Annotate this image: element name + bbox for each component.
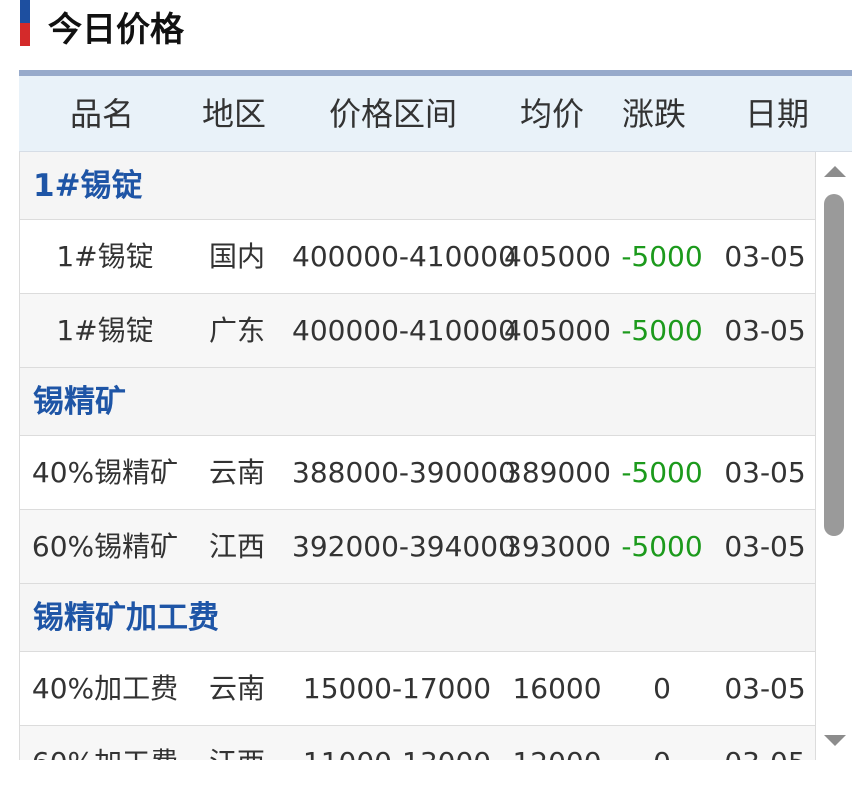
cell-average-price: 393000 xyxy=(504,530,611,563)
header-change: 涨跌 xyxy=(621,95,686,133)
header-average-price: 均价 xyxy=(519,95,584,133)
table-row[interactable]: 1#锡锭 国内 400000-410000 405000 -5000 03-05 xyxy=(19,220,816,294)
cell-region: 江西 xyxy=(192,726,282,760)
vertical-scrollbar[interactable] xyxy=(816,152,852,760)
category-label: 锡精矿 xyxy=(33,384,126,420)
table-row[interactable]: 40%锡精矿 云南 388000-390000 389000 -5000 03-… xyxy=(19,436,816,510)
cell-price-range: 11000-13000 xyxy=(292,726,502,760)
category-row: 1#锡锭 xyxy=(19,152,816,220)
cell-product: 40%加工费 xyxy=(31,672,179,705)
cell-date: 03-05 xyxy=(720,726,810,760)
price-table: 品名 地区 价格区间 均价 涨跌 日期 1#锡锭 1#锡锭 国内 400000-… xyxy=(19,70,852,760)
cell-change: 0 xyxy=(653,672,671,705)
cell-price-range: 400000-410000 xyxy=(292,240,516,273)
cell-date: 03-05 xyxy=(724,672,806,705)
category-label: 锡精矿加工费 xyxy=(33,600,219,636)
cell-change: -5000 xyxy=(621,530,703,563)
header-date: 日期 xyxy=(744,95,809,133)
cell-price-range: 392000-394000 xyxy=(292,530,516,563)
cell-average-price: 405000 xyxy=(504,240,611,273)
header-price-range: 价格区间 xyxy=(328,95,457,133)
cell-average-price: 12000 xyxy=(504,726,610,760)
table-header: 品名 地区 价格区间 均价 涨跌 日期 xyxy=(19,76,852,152)
cell-change: 0 xyxy=(614,726,710,760)
cell-date: 03-05 xyxy=(724,530,806,563)
cell-region: 国内 xyxy=(208,240,265,273)
cell-date: 03-05 xyxy=(724,240,806,273)
cell-product: 40%锡精矿 xyxy=(31,456,179,489)
cell-price-range: 388000-390000 xyxy=(292,456,516,489)
scroll-up-icon[interactable] xyxy=(824,166,846,177)
cell-date: 03-05 xyxy=(724,314,806,347)
cell-date: 03-05 xyxy=(724,456,806,489)
cell-average-price: 405000 xyxy=(504,314,611,347)
scroll-down-icon[interactable] xyxy=(824,735,846,746)
category-row: 锡精矿加工费 xyxy=(19,584,816,652)
table-row[interactable]: 1#锡锭 广东 400000-410000 405000 -5000 03-05 xyxy=(19,294,816,368)
category-row: 锡精矿 xyxy=(19,368,816,436)
cell-product: 1#锡锭 xyxy=(56,240,154,273)
table-body[interactable]: 1#锡锭 1#锡锭 国内 400000-410000 405000 -5000 … xyxy=(19,152,816,760)
cell-region: 云南 xyxy=(208,456,265,489)
category-label: 1#锡锭 xyxy=(33,168,143,204)
cell-price-range: 400000-410000 xyxy=(292,314,516,347)
title-accent-bar xyxy=(20,0,30,46)
scrollbar-thumb[interactable] xyxy=(824,194,844,536)
table-row[interactable]: 40%加工费 云南 15000-17000 16000 0 03-05 xyxy=(19,652,816,726)
cell-product: 60%加工费 xyxy=(30,726,180,760)
cell-region: 江西 xyxy=(208,530,265,563)
table-row[interactable]: 60%加工费 江西 11000-13000 12000 0 03-05 xyxy=(19,726,816,760)
header-product: 品名 xyxy=(69,95,134,133)
cell-change: -5000 xyxy=(621,314,703,347)
header-region: 地区 xyxy=(201,95,266,133)
cell-price-range: 15000-17000 xyxy=(302,672,492,705)
cell-region: 云南 xyxy=(208,672,265,705)
cell-product: 60%锡精矿 xyxy=(31,530,179,563)
cell-average-price: 16000 xyxy=(512,672,602,705)
table-row[interactable]: 60%锡精矿 江西 392000-394000 393000 -5000 03-… xyxy=(19,510,816,584)
page-title: 今日价格 xyxy=(48,10,184,50)
cell-change: -5000 xyxy=(621,240,703,273)
cell-region: 广东 xyxy=(208,314,265,347)
cell-change: -5000 xyxy=(621,456,703,489)
cell-average-price: 389000 xyxy=(504,456,611,489)
cell-product: 1#锡锭 xyxy=(56,314,154,347)
